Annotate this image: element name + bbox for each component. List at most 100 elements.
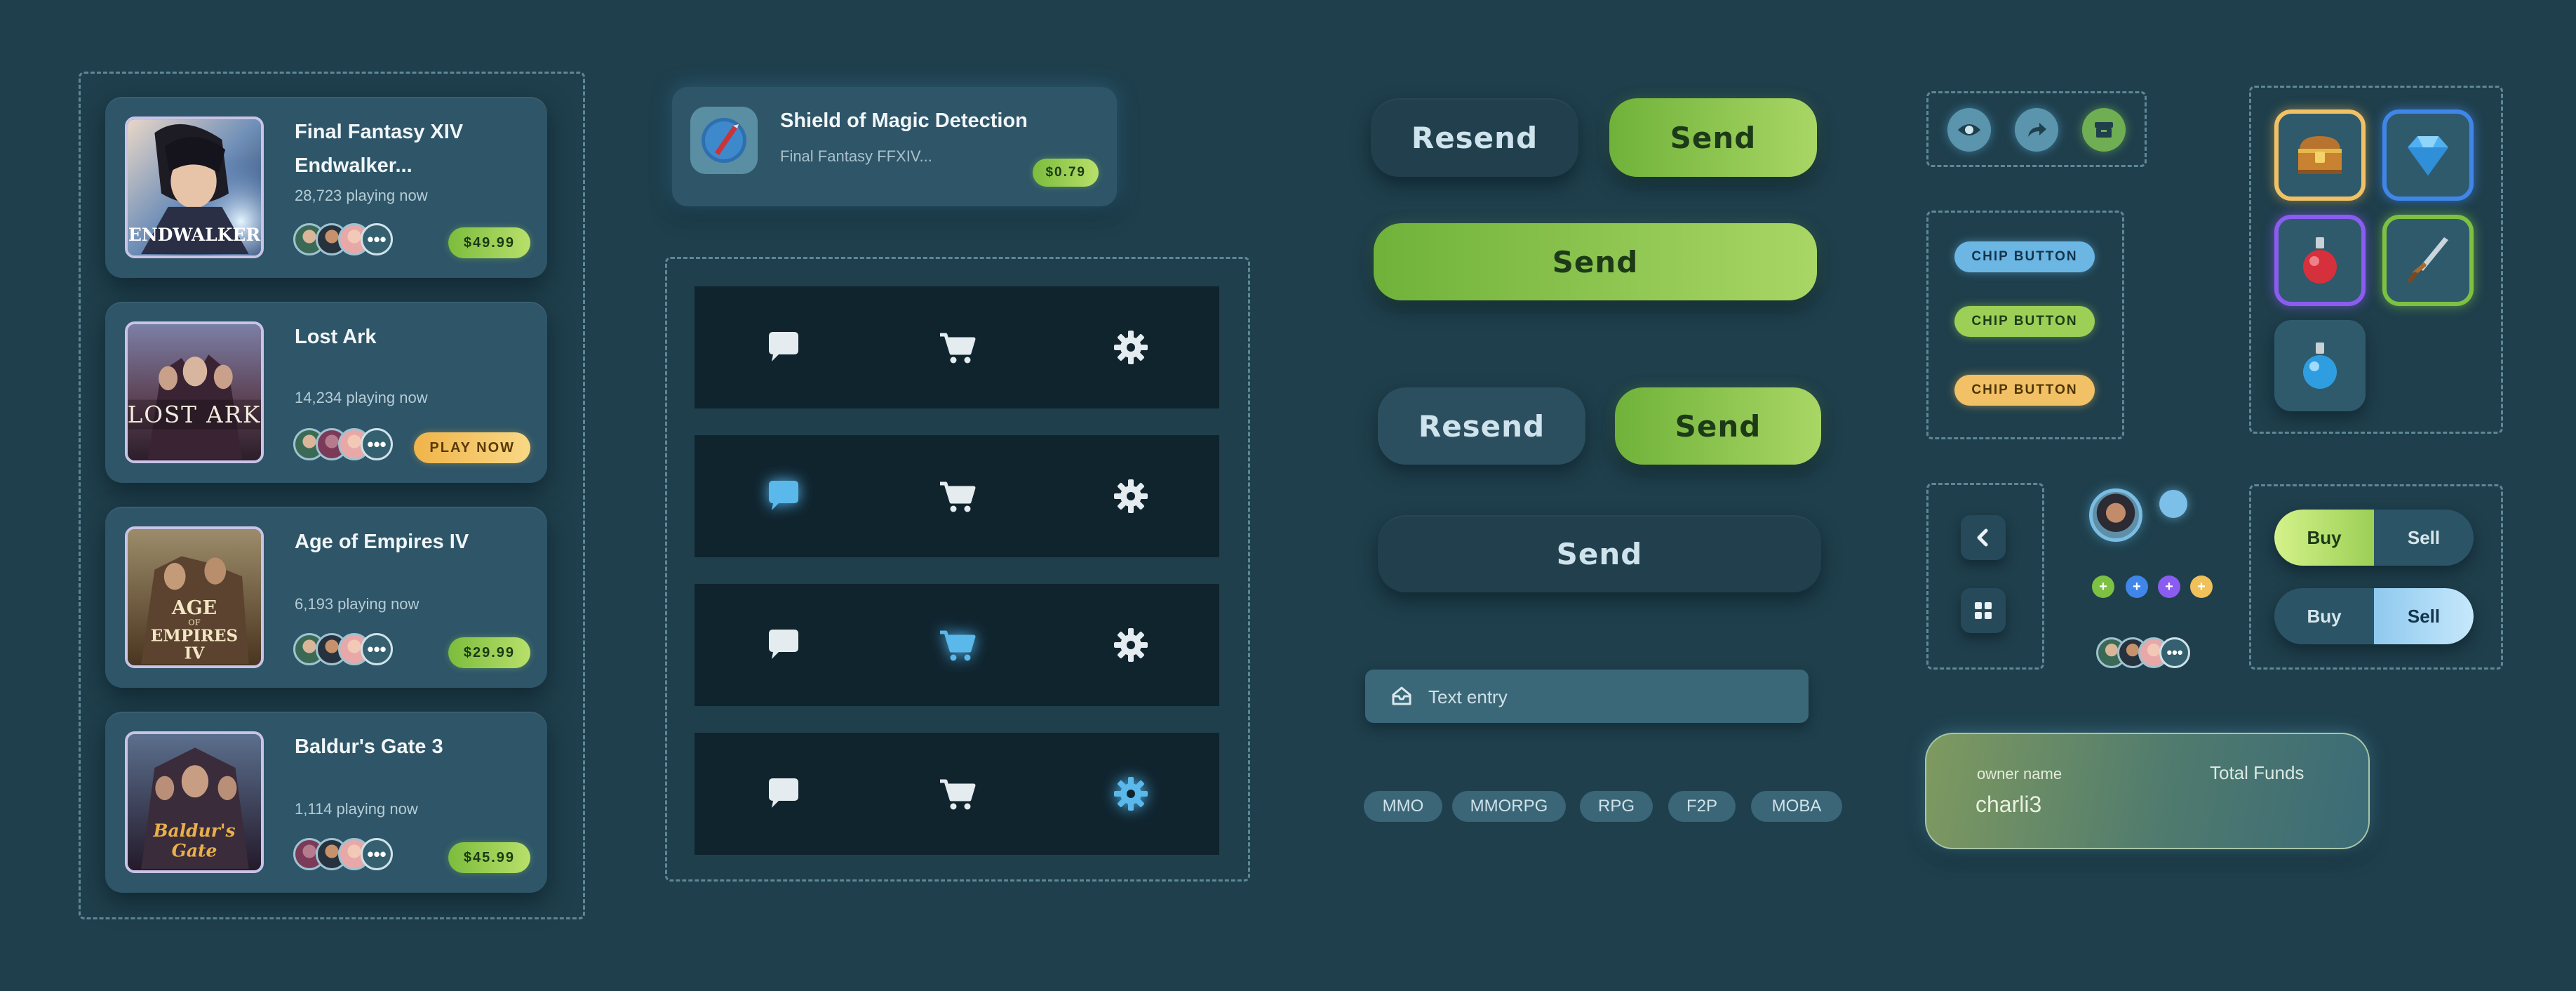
inbox-icon	[1390, 685, 1413, 707]
inventory-slot[interactable]	[2382, 215, 2474, 306]
game-card-aoe4[interactable]: AGE OF EMPIRES IV Age of Empires IV 6,19…	[105, 507, 547, 688]
shopping-cart-icon[interactable]	[934, 623, 979, 667]
item-notification[interactable]: Shield of Magic Detection Final Fantasy …	[672, 87, 1117, 206]
send-button-wide-dark[interactable]: Send	[1378, 515, 1821, 592]
genre-tag[interactable]: F2P	[1668, 791, 1736, 822]
text-entry-field[interactable]: Text entry	[1365, 670, 1809, 723]
more-avatars-icon[interactable]: •••	[361, 838, 393, 870]
buy-sell-toggle[interactable]: Buy Sell	[2274, 588, 2474, 644]
resend-button[interactable]: Resend	[1371, 98, 1578, 177]
small-buttons-frame	[1926, 483, 2044, 670]
play-now-button[interactable]: PLAY NOW	[414, 432, 530, 463]
chip-button-gold[interactable]: CHIP BUTTON	[1954, 375, 2095, 406]
player-count: 1,114 playing now	[295, 800, 418, 818]
friend-avatars: •••	[293, 223, 405, 257]
cover-text: Baldur's	[152, 820, 235, 841]
diamond-icon	[2408, 136, 2448, 175]
sell-option[interactable]: Sell	[2374, 510, 2474, 566]
chat-bubble-icon[interactable]	[760, 325, 805, 370]
player-count: 6,193 playing now	[295, 595, 420, 613]
shopping-cart-icon[interactable]	[934, 325, 979, 370]
cover-text: OF	[188, 617, 200, 627]
owner-name-label: owner name	[1977, 765, 2062, 783]
shopping-cart-icon[interactable]	[934, 771, 979, 816]
cover-text: LOST ARK	[128, 401, 261, 428]
grid-icon[interactable]	[1961, 588, 2006, 633]
genre-tag[interactable]: MOBA	[1751, 791, 1842, 822]
cover-text: Gate	[172, 841, 217, 861]
total-funds-label: Total Funds	[2210, 762, 2305, 783]
bottom-nav-bar	[695, 733, 1219, 855]
price-button[interactable]: $49.99	[448, 227, 530, 258]
chip-button-blue[interactable]: CHIP BUTTON	[1954, 241, 2095, 272]
text-entry-placeholder: Text entry	[1428, 686, 1508, 707]
game-cover-ffxiv: ENDWALKER	[125, 117, 264, 258]
buy-option[interactable]: Buy	[2274, 510, 2374, 566]
send-button-wide[interactable]: Send	[1374, 223, 1817, 300]
shield-item-icon	[690, 107, 758, 174]
status-dot	[2159, 490, 2187, 518]
plus-icon[interactable]: +	[2092, 576, 2114, 598]
cover-text: ENDWALKER	[128, 225, 260, 245]
chat-bubble-icon[interactable]	[760, 771, 805, 816]
inventory-slot[interactable]	[2382, 109, 2474, 201]
plus-icon[interactable]: +	[2126, 576, 2148, 598]
item-price-button[interactable]: $0.79	[1033, 159, 1099, 187]
buy-sell-toggle[interactable]: Buy Sell	[2274, 510, 2474, 566]
gear-icon[interactable]	[1108, 623, 1153, 667]
friend-avatars: •••	[293, 428, 405, 462]
cover-text: IV	[185, 644, 206, 663]
owner-name-value: charli3	[1975, 792, 2042, 817]
buy-option[interactable]: Buy	[2274, 588, 2374, 644]
eye-icon[interactable]	[1947, 108, 1991, 152]
gear-icon[interactable]	[1108, 325, 1153, 370]
bottom-nav-bar	[695, 584, 1219, 706]
chat-bubble-icon[interactable]	[760, 474, 805, 519]
item-subtitle: Final Fantasy FFXIV...	[780, 147, 932, 165]
more-avatars-icon[interactable]: •••	[361, 223, 393, 255]
inventory-slot[interactable]	[2274, 109, 2366, 201]
price-button[interactable]: $45.99	[448, 842, 530, 873]
resend-button[interactable]: Resend	[1378, 387, 1585, 465]
player-count: 14,234 playing now	[295, 389, 428, 406]
price-button[interactable]: $29.99	[448, 637, 530, 668]
chat-bubble-icon[interactable]	[760, 623, 805, 667]
profile-avatar[interactable]	[2089, 488, 2142, 542]
more-avatars-icon[interactable]: •••	[361, 633, 393, 665]
treasure-chest-icon	[2298, 136, 2342, 174]
friend-avatars: •••	[293, 838, 405, 872]
blue-potion-icon	[2303, 342, 2337, 389]
sword-icon	[2407, 237, 2448, 284]
game-card-bg3[interactable]: Baldur's Gate Baldur's Gate 3 1,114 play…	[105, 712, 547, 893]
archive-icon[interactable]	[2082, 108, 2126, 152]
chevron-left-icon[interactable]	[1961, 515, 2006, 560]
funds-card: owner name charli3 Total Funds	[1925, 733, 2370, 849]
inventory-slot[interactable]	[2274, 320, 2366, 411]
genre-tag[interactable]: MMORPG	[1452, 791, 1566, 822]
game-cover-lost-ark: LOST ARK	[125, 321, 264, 463]
more-avatars-icon[interactable]: •••	[361, 428, 393, 460]
cover-text: AGE	[171, 597, 217, 619]
friend-avatars: •••	[2096, 637, 2200, 670]
gear-icon[interactable]	[1108, 771, 1153, 816]
share-arrow-icon[interactable]	[2015, 108, 2058, 152]
game-title: Baldur's Gate 3	[295, 736, 443, 758]
item-title: Shield of Magic Detection	[780, 109, 1028, 132]
plus-icon[interactable]: +	[2158, 576, 2180, 598]
inventory-slot[interactable]	[2274, 215, 2366, 306]
game-card-lost-ark[interactable]: LOST ARK Lost Ark 14,234 playing now •••…	[105, 302, 547, 483]
game-card-ffxiv[interactable]: ENDWALKER Final Fantasy XIV Endwalker... …	[105, 97, 547, 278]
send-button[interactable]: Send	[1615, 387, 1821, 465]
genre-tag[interactable]: RPG	[1580, 791, 1653, 822]
gear-icon[interactable]	[1108, 474, 1153, 519]
game-title: Lost Ark	[295, 326, 377, 348]
plus-icon[interactable]: +	[2190, 576, 2213, 598]
genre-tag[interactable]: MMO	[1364, 791, 1442, 822]
sell-option[interactable]: Sell	[2374, 588, 2474, 644]
more-avatars-icon[interactable]: •••	[2159, 637, 2190, 668]
cover-text: EMPIRES	[151, 626, 238, 645]
send-button[interactable]: Send	[1609, 98, 1817, 177]
shopping-cart-icon[interactable]	[934, 474, 979, 519]
chip-button-green[interactable]: CHIP BUTTON	[1954, 306, 2095, 337]
red-potion-icon	[2303, 237, 2337, 284]
